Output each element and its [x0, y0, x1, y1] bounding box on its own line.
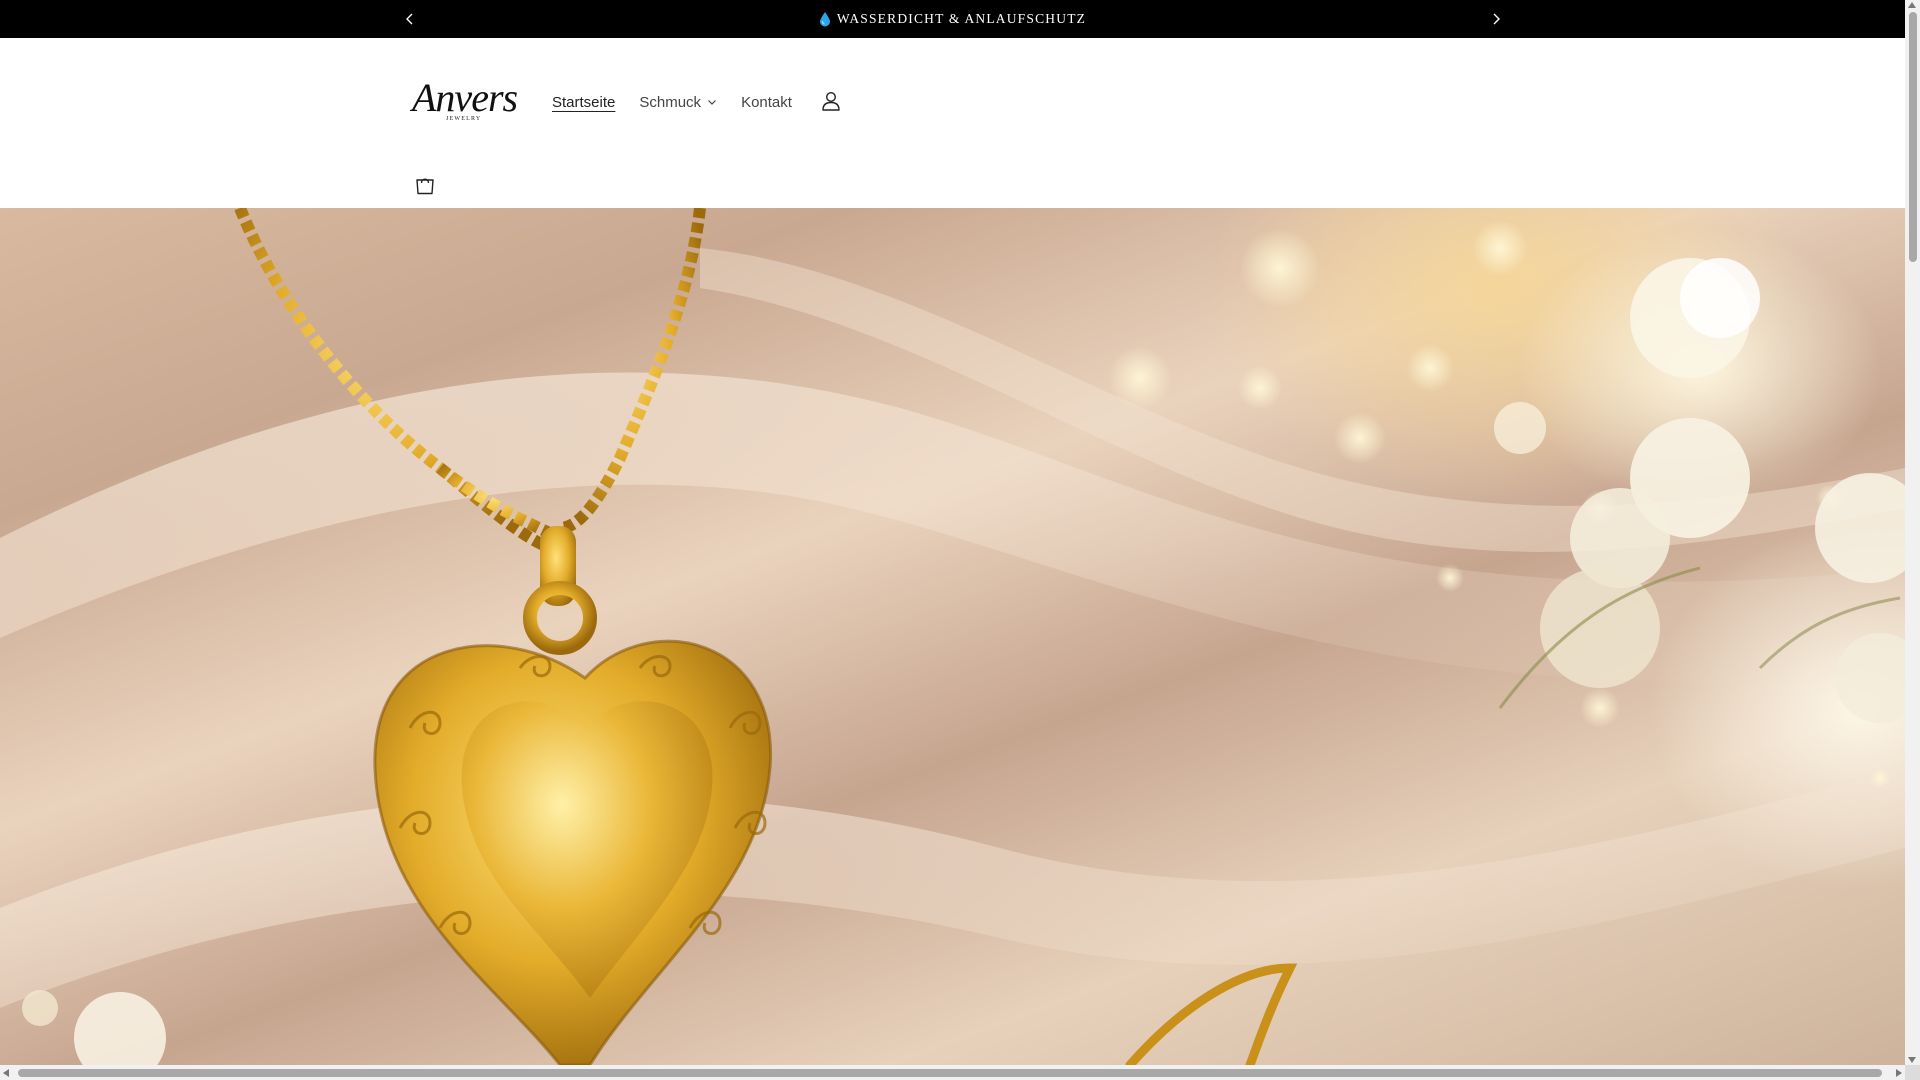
satin-fold	[0, 768, 1905, 1008]
chevron-down-icon	[708, 100, 716, 105]
main-navigation: Startseite Schmuck Kontakt	[552, 90, 792, 114]
flower-bottom-left	[22, 990, 166, 1065]
bokeh-light	[1472, 220, 1528, 276]
announcement-text: WASSERDICHT & ANLAUFSCHUTZ	[836, 11, 1087, 26]
vertical-scrollbar[interactable]	[1905, 0, 1920, 1065]
logo-subtext: JEWELRY	[446, 116, 482, 122]
account-button[interactable]	[818, 88, 844, 114]
scroll-right-icon[interactable]	[1896, 1069, 1902, 1077]
chevron-right-icon	[1493, 13, 1500, 25]
bokeh-light	[1238, 366, 1282, 410]
nav-item-schmuck-label: Schmuck	[639, 93, 702, 111]
water-drop-icon	[819, 12, 830, 27]
brand-logo[interactable]: Anvers JEWELRY	[410, 75, 518, 126]
cart-button[interactable]	[412, 172, 438, 198]
bokeh-light	[1580, 688, 1620, 728]
bokeh-light	[1240, 228, 1320, 308]
bokeh-light	[1406, 344, 1454, 392]
script-letter-a	[1125, 963, 1298, 1065]
vertical-scroll-thumb[interactable]	[1909, 12, 1917, 262]
nav-item-kontakt[interactable]: Kontakt	[741, 94, 792, 111]
heart-locket	[373, 639, 772, 1065]
announcement-message: WASSERDICHT & ANLAUFSCHUTZ	[0, 0, 1905, 38]
account-icon	[822, 91, 840, 111]
announcement-next-button[interactable]	[1486, 9, 1506, 29]
horizontal-scrollbar[interactable]	[0, 1065, 1905, 1080]
horizontal-scroll-thumb[interactable]	[18, 1069, 1882, 1077]
announcement-bar: WASSERDICHT & ANLAUFSCHUTZ	[0, 0, 1905, 38]
bokeh-light	[1870, 768, 1890, 788]
nav-item-startseite[interactable]: Startseite	[552, 94, 615, 111]
scroll-up-icon[interactable]	[1908, 2, 1916, 8]
scroll-down-icon[interactable]	[1908, 1057, 1916, 1063]
scroll-left-icon[interactable]	[3, 1069, 9, 1077]
site-header: Anvers JEWELRY Startseite Schmuck Kontak…	[0, 38, 1905, 208]
logo-wordmark: Anvers	[412, 75, 518, 120]
bokeh-light	[1108, 346, 1172, 410]
hero-banner	[0, 208, 1905, 1065]
scrollbar-corner	[1905, 1065, 1920, 1080]
cart-icon	[416, 178, 434, 195]
hero-image	[0, 208, 1905, 1065]
bokeh-light	[1436, 564, 1464, 592]
bokeh-light	[1334, 412, 1386, 464]
nav-item-schmuck[interactable]: Schmuck	[639, 94, 717, 111]
